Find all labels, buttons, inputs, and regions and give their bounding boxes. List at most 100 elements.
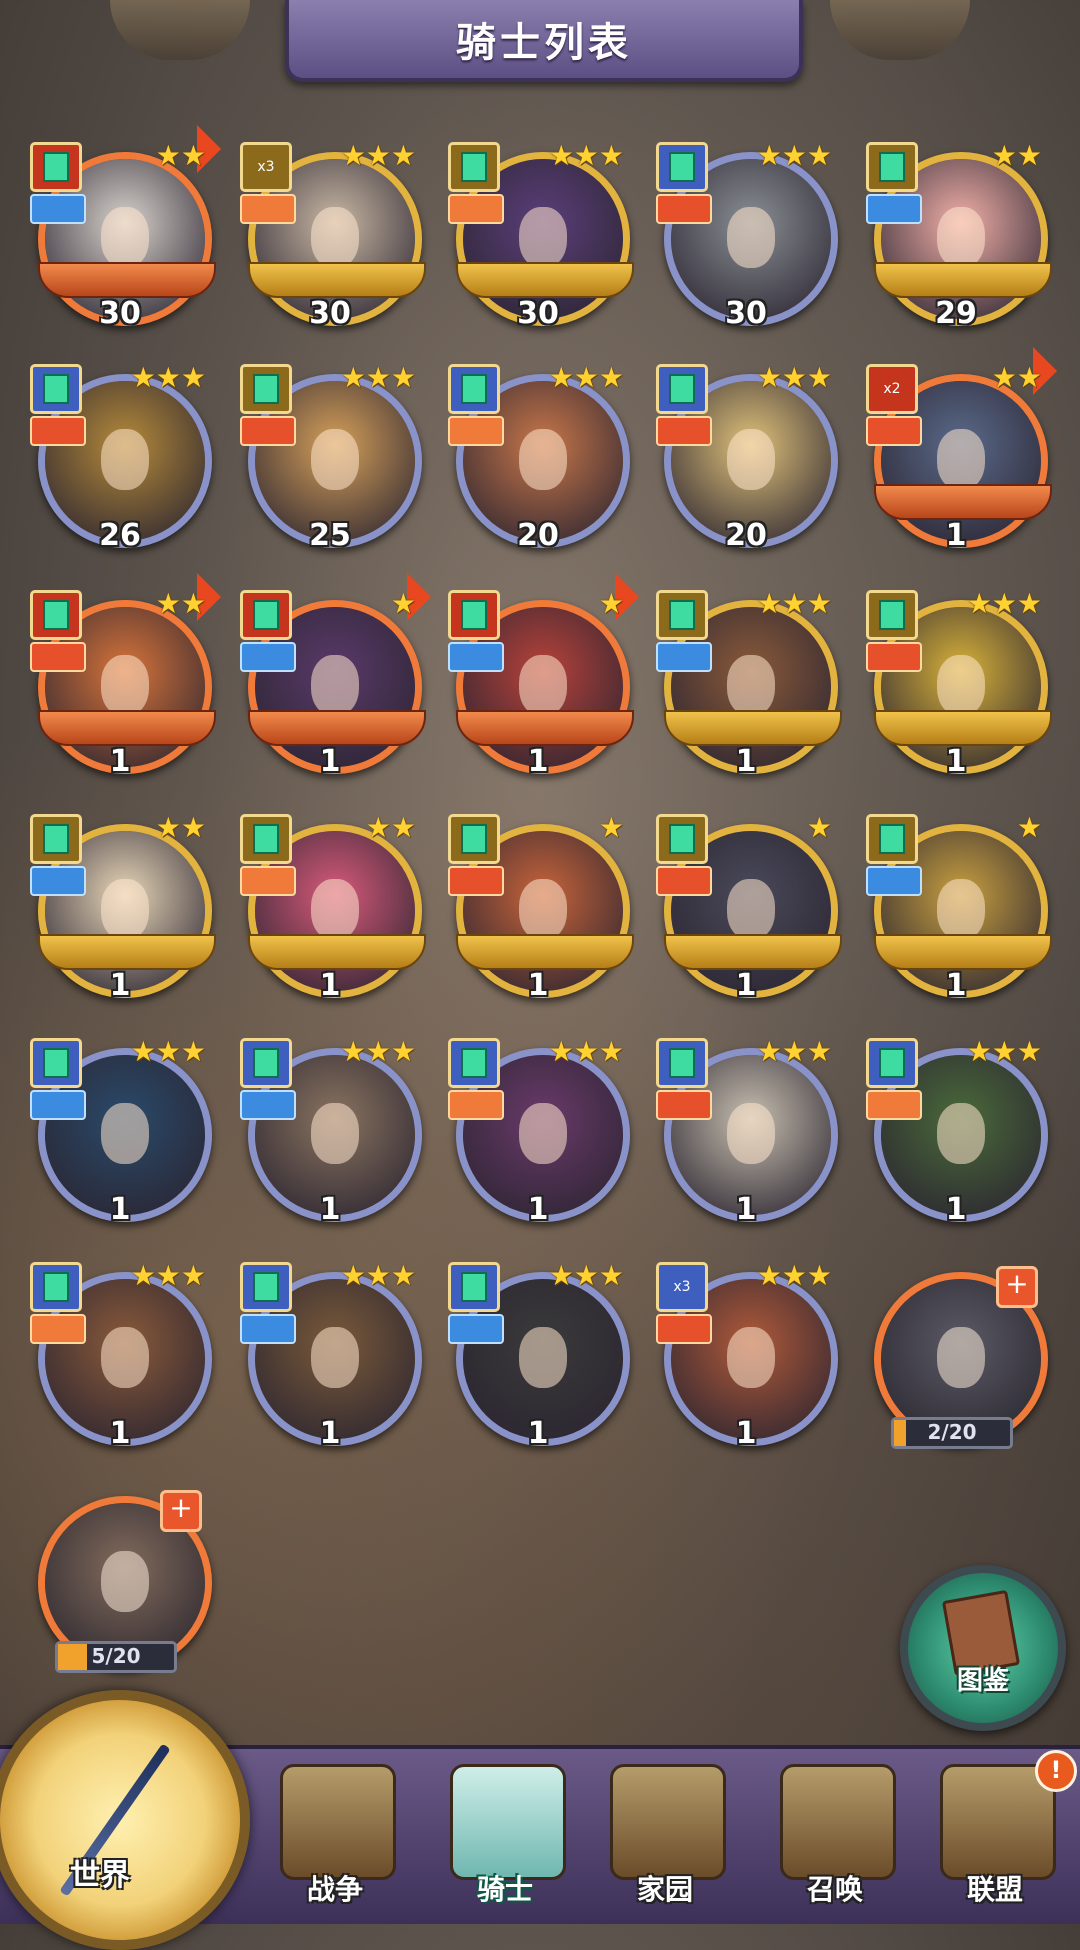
hero-card[interactable]: ★★★ 1 [30, 1035, 212, 1227]
class-badge [240, 590, 296, 672]
hero-card[interactable]: ★★★ 1 [240, 1035, 422, 1227]
role-icon [656, 1090, 712, 1120]
role-icon [240, 1314, 296, 1344]
hero-card[interactable]: ★★★ 1 [866, 1036, 1048, 1227]
level-ribbon [38, 262, 216, 298]
class-icon [448, 1262, 500, 1312]
nav-summon[interactable]: 召唤 [760, 1760, 910, 1920]
hero-level: 1 [945, 518, 967, 553]
hero-card[interactable]: ★★★ 1 [448, 1036, 630, 1227]
hero-card[interactable]: ★★★ 20 [656, 362, 838, 553]
codex-label: 图鉴 [956, 1666, 1009, 1696]
class-icon [656, 590, 708, 640]
role-icon [30, 1314, 86, 1344]
hero-stars: ★★★ [967, 1038, 1042, 1068]
role-icon [448, 642, 504, 672]
hero-card[interactable]: ★ 1 [656, 812, 842, 1003]
hero-card[interactable]: ★★★ 30 [448, 139, 634, 331]
nav-knights[interactable]: 骑士 [430, 1760, 580, 1920]
hero-level: 1 [109, 744, 131, 779]
star-icon: ★★★ [340, 361, 416, 394]
hero-level: 30 [309, 296, 351, 331]
hero-card[interactable]: ★ 1 [240, 572, 432, 779]
hero-card[interactable]: ★★★ 20 [448, 362, 630, 553]
hero-card[interactable]: x2 ★★ 1 [866, 346, 1058, 553]
world-compass-button[interactable] [0, 1690, 250, 1950]
star-icon: ★★ [155, 587, 206, 620]
hero-card[interactable]: ★★★ 1 [866, 588, 1052, 779]
hero-card[interactable]: ★★★ 1 [656, 1035, 838, 1227]
hero-stars: ★★★ [967, 590, 1042, 620]
hero-fragment-card[interactable]: +2/20 [866, 1260, 1048, 1449]
hero-card[interactable]: ★★★ 1 [448, 1260, 630, 1451]
role-icon [30, 1090, 86, 1120]
class-icon [30, 142, 82, 192]
class-icon [240, 364, 292, 414]
nav-alliance-label: 联盟 [966, 1873, 1023, 1906]
class-icon [866, 590, 918, 640]
fragment-progress-bar: 5/20 [55, 1641, 177, 1673]
hero-card[interactable]: ★★ 29 [866, 140, 1052, 331]
hero-card[interactable]: ★★ 1 [30, 812, 216, 1003]
star-icon: ★★★ [130, 1035, 206, 1068]
class-icon [656, 142, 708, 192]
class-icon [448, 590, 500, 640]
nav-home[interactable]: 家园 [590, 1760, 740, 1920]
hero-card[interactable]: ★★★ 1 [30, 1260, 212, 1451]
level-ribbon [456, 710, 634, 746]
role-icon [656, 1314, 712, 1344]
alliance-alert-badge: ! [1035, 1750, 1077, 1792]
nav-world-label: 世界 [70, 1858, 130, 1893]
role-icon [30, 642, 86, 672]
hero-card[interactable]: ★★★ 1 [656, 588, 842, 779]
hero-card[interactable]: x3 ★★★ 30 [240, 140, 426, 331]
hero-card[interactable]: ★★ 1 [240, 812, 426, 1003]
hero-card[interactable]: ★★ 30 [30, 124, 222, 331]
hero-card[interactable]: ★★★ 1 [240, 1260, 422, 1451]
hero-card[interactable]: ★ 1 [866, 812, 1052, 1003]
role-icon [240, 642, 296, 672]
nav-knights-label: 骑士 [476, 1873, 533, 1906]
hero-level: 20 [725, 518, 767, 553]
hero-level: 20 [517, 518, 559, 553]
codex-button[interactable]: 图鉴 [900, 1565, 1066, 1731]
level-ribbon [664, 934, 842, 970]
class-icon [448, 1038, 500, 1088]
hero-stars: ★ [599, 814, 624, 844]
hero-level: 25 [309, 518, 351, 553]
star-icon: ★★★ [548, 139, 624, 172]
class-badge [656, 364, 712, 446]
hero-fragment-card[interactable]: +5/20 [30, 1484, 212, 1673]
star-icon: ★★ [155, 139, 206, 172]
class-badge [240, 1038, 296, 1120]
star-icon: ★ [390, 587, 416, 620]
hero-card[interactable]: ★★★ 30 [656, 140, 838, 331]
level-ribbon [874, 934, 1052, 970]
star-icon: ★★★ [340, 1035, 416, 1068]
hero-level: 1 [109, 1192, 131, 1227]
hero-level: 1 [527, 1192, 549, 1227]
class-badge [448, 814, 504, 896]
hero-level: 1 [527, 1416, 549, 1451]
star-icon: ★★ [991, 139, 1042, 172]
star-icon: ★★★ [756, 1035, 832, 1068]
hero-stars: ★★★ [757, 590, 832, 620]
war-map-icon [280, 1764, 396, 1880]
star-icon: ★★★ [966, 587, 1042, 620]
hero-card[interactable]: ★★★ 26 [30, 362, 212, 553]
class-icon [866, 142, 918, 192]
hero-level: 1 [735, 744, 757, 779]
nav-war[interactable]: 战争 [260, 1760, 410, 1920]
hero-stars: ★★ [156, 590, 206, 620]
hero-card[interactable]: ★★★ 25 [240, 362, 422, 553]
hero-stars: ★★★ [549, 1038, 624, 1068]
hero-card[interactable]: ★ 1 [448, 812, 634, 1003]
hero-card[interactable]: x3 ★★★ 1 [656, 1260, 838, 1451]
hero-stars: ★ [1017, 814, 1042, 844]
hero-card[interactable]: ★ 1 [448, 572, 640, 779]
hero-card[interactable]: ★★ 1 [30, 572, 222, 779]
role-icon [656, 416, 712, 446]
hero-stars: ★★ [992, 142, 1042, 172]
hero-level: 1 [109, 1416, 131, 1451]
hero-stars: ★★★ [341, 364, 416, 394]
